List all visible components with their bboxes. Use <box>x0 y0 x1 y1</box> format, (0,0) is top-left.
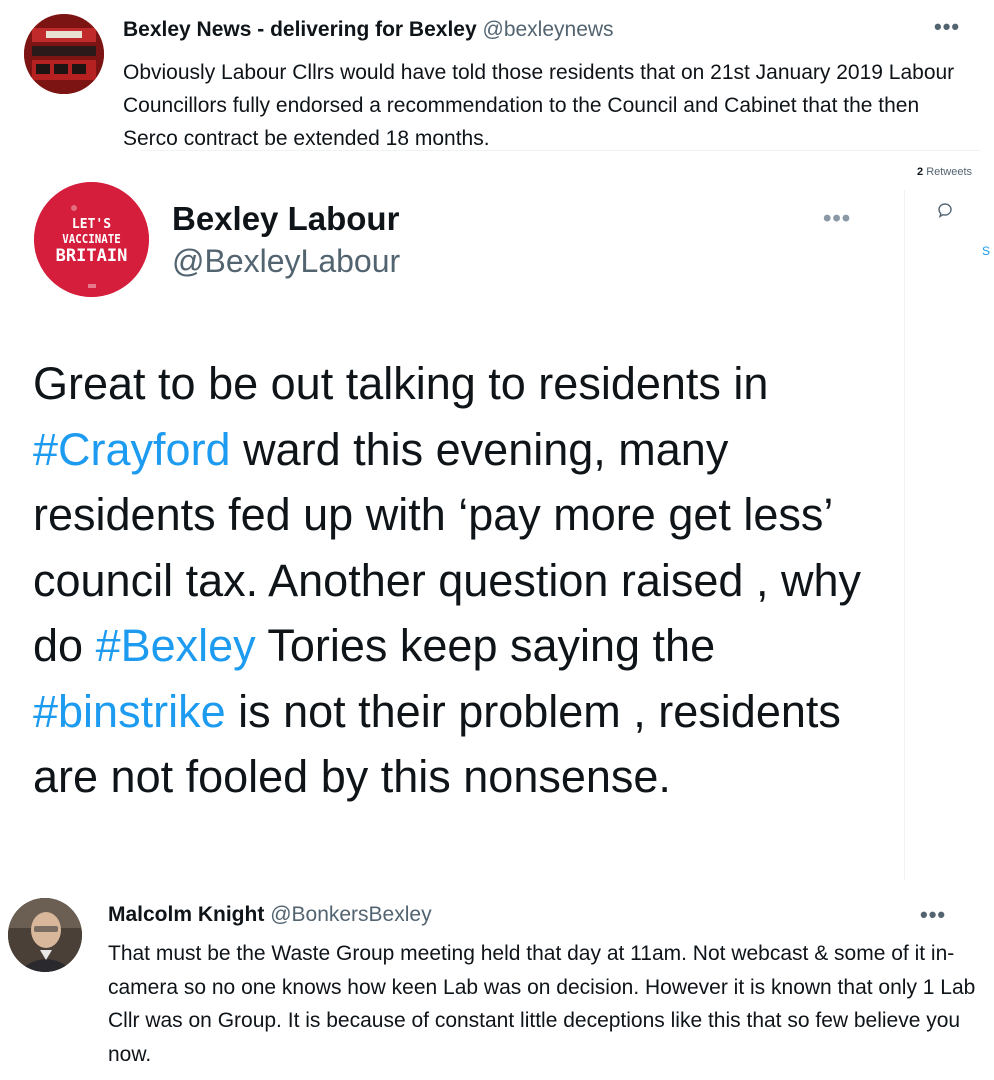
tweet2-text: Great to be out talking to residents in … <box>33 351 893 810</box>
hashtag-link[interactable]: #binstrike <box>33 686 226 737</box>
divider <box>140 150 980 151</box>
bus-image-icon <box>24 14 104 94</box>
tweet2-author-handle[interactable]: @BexleyLabour <box>172 243 400 280</box>
tweet3-text: That must be the Waste Group meeting hel… <box>108 942 976 1066</box>
tweet3-author-name[interactable]: Malcolm Knight <box>108 903 264 926</box>
tweet1-header: Bexley News - delivering for Bexley @bex… <box>123 18 614 42</box>
person-photo-icon <box>8 898 82 972</box>
bexley-labour-avatar[interactable]: LET'S VACCINATE BRITAIN <box>34 182 149 297</box>
tweet1-author-name[interactable]: Bexley News - delivering for Bexley <box>123 18 477 41</box>
bexley-news-avatar[interactable] <box>24 14 104 94</box>
side-fragment-letter: S <box>982 244 991 258</box>
tweet2-author-name[interactable]: Bexley Labour <box>172 200 399 238</box>
tweet1-text: Obviously Labour Cllrs would have told t… <box>123 61 955 150</box>
avatar-slogan: LET'S VACCINATE BRITAIN <box>34 217 149 267</box>
tweet1-more-button[interactable]: ••• <box>934 14 960 40</box>
tweet3-author-handle[interactable]: @BonkersBexley <box>270 903 431 926</box>
divider <box>904 190 905 880</box>
retweet-count-value: 2 <box>917 166 924 178</box>
avatar-slogan-line: LET'S <box>71 217 112 232</box>
avatar-slogan-line: BRITAIN <box>55 246 128 266</box>
avatar-slogan-line: VACCINATE <box>62 232 121 246</box>
tweet1-author-handle[interactable]: @bexleynews <box>483 18 614 41</box>
retweet-count-label: Retweets <box>926 166 973 178</box>
malcolm-knight-avatar[interactable] <box>8 898 82 972</box>
tweet2-text-part: Great to be out talking to residents in <box>33 358 769 409</box>
tweet2-more-button[interactable]: ••• <box>823 205 851 233</box>
hashtag-link[interactable]: #Bexley <box>96 620 256 671</box>
tweet2-text-part: Tories keep saying the <box>255 620 716 671</box>
retweet-count[interactable]: 2 Retweets <box>917 166 972 178</box>
reply-bubble-icon[interactable] <box>936 201 954 219</box>
hashtag-link[interactable]: #Crayford <box>33 424 231 475</box>
tweet3-header: Malcolm Knight @BonkersBexley <box>108 903 432 927</box>
tweet3-more-button[interactable]: ••• <box>920 902 946 928</box>
